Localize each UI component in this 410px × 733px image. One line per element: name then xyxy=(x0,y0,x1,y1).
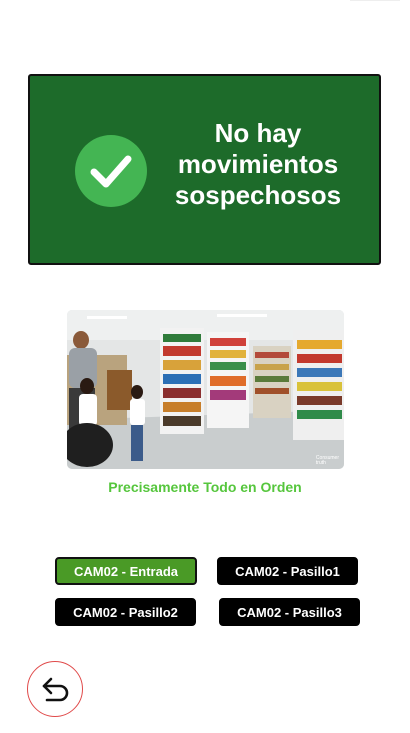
cam-entrada-button[interactable]: CAM02 - Entrada xyxy=(55,557,197,585)
cam-pasillo2-button[interactable]: CAM02 - Pasillo2 xyxy=(55,598,196,626)
status-card: No hay movimientos sospechosos xyxy=(28,74,381,265)
back-button[interactable] xyxy=(27,661,83,717)
check-icon xyxy=(75,135,147,207)
cam-pasillo3-button[interactable]: CAM02 - Pasillo3 xyxy=(219,598,360,626)
top-divider xyxy=(350,0,400,1)
status-message: No hay movimientos sospechosos xyxy=(174,118,342,210)
undo-arrow-icon xyxy=(42,677,69,702)
cam-pasillo1-button[interactable]: CAM02 - Pasillo1 xyxy=(217,557,358,585)
camera-feed-image[interactable]: Consumer truth xyxy=(67,310,344,469)
watermark: Consumer truth xyxy=(315,455,339,466)
screen: No hay movimientos sospechosos Consumer … xyxy=(0,0,410,733)
status-caption: Precisamente Todo en Orden xyxy=(108,479,302,495)
